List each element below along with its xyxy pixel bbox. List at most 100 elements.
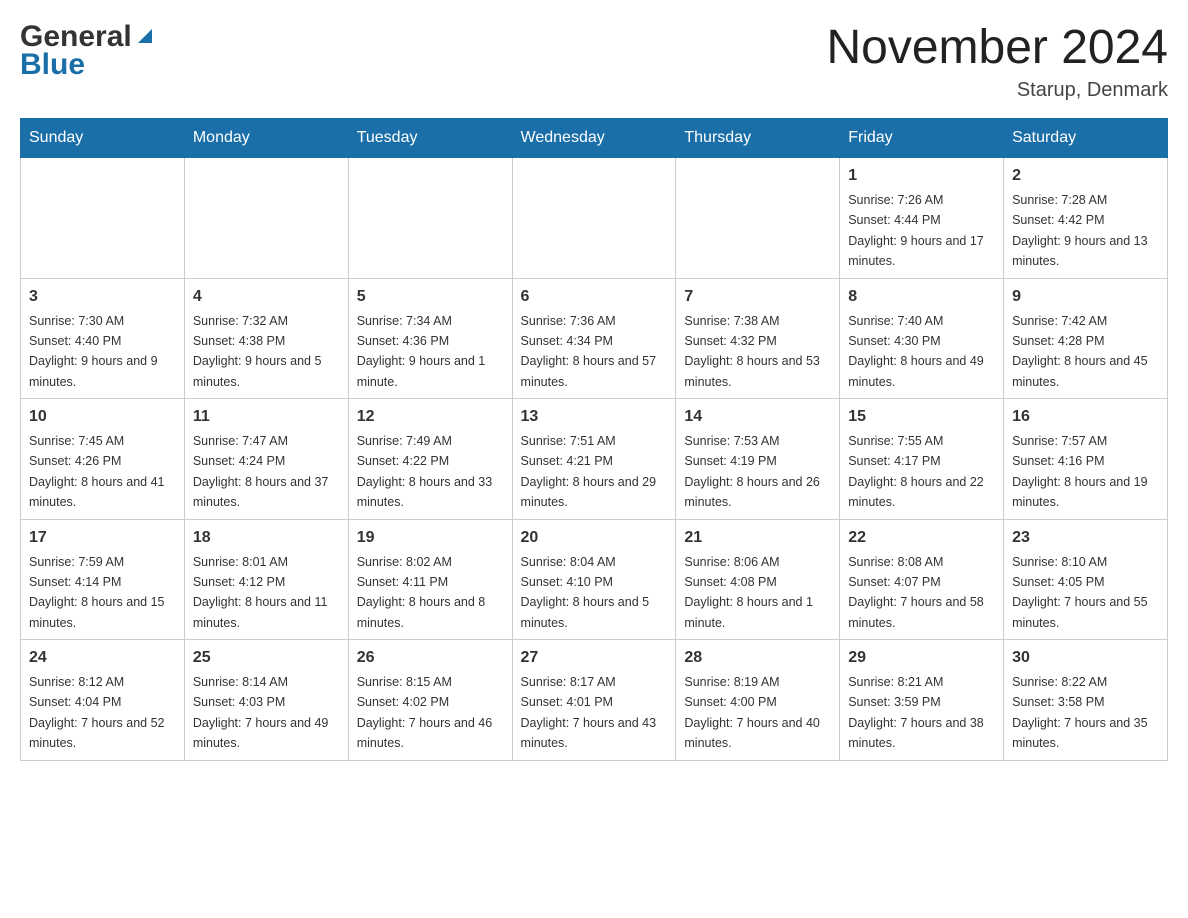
day-info: Sunrise: 8:01 AMSunset: 4:12 PMDaylight:… [193, 555, 328, 630]
day-number: 18 [193, 526, 340, 550]
day-header-sunday: Sunday [21, 119, 185, 158]
day-cell: 29 Sunrise: 8:21 AMSunset: 3:59 PMDayligh… [840, 640, 1004, 761]
day-number: 1 [848, 164, 995, 188]
day-info: Sunrise: 7:32 AMSunset: 4:38 PMDaylight:… [193, 314, 322, 389]
day-number: 22 [848, 526, 995, 550]
day-number: 19 [357, 526, 504, 550]
day-cell: 10 Sunrise: 7:45 AMSunset: 4:26 PMDayligh… [21, 399, 185, 520]
day-cell: 17 Sunrise: 7:59 AMSunset: 4:14 PMDayligh… [21, 519, 185, 640]
day-cell [184, 158, 348, 279]
day-info: Sunrise: 8:21 AMSunset: 3:59 PMDaylight:… [848, 675, 984, 750]
day-info: Sunrise: 7:30 AMSunset: 4:40 PMDaylight:… [29, 314, 158, 389]
day-info: Sunrise: 7:40 AMSunset: 4:30 PMDaylight:… [848, 314, 984, 389]
week-row-4: 17 Sunrise: 7:59 AMSunset: 4:14 PMDayligh… [21, 519, 1168, 640]
logo-triangle-icon [134, 25, 156, 47]
day-cell: 30 Sunrise: 8:22 AMSunset: 3:58 PMDayligh… [1004, 640, 1168, 761]
calendar-table: SundayMondayTuesdayWednesdayThursdayFrid… [20, 118, 1168, 761]
day-cell: 19 Sunrise: 8:02 AMSunset: 4:11 PMDayligh… [348, 519, 512, 640]
day-cell: 5Sunrise: 7:34 AMSunset: 4:36 PMDaylight… [348, 278, 512, 399]
day-number: 15 [848, 405, 995, 429]
day-info: Sunrise: 8:12 AMSunset: 4:04 PMDaylight:… [29, 675, 165, 750]
logo-blue: Blue [20, 48, 85, 82]
day-cell: 3 Sunrise: 7:30 AMSunset: 4:40 PMDaylight… [21, 278, 185, 399]
day-info: Sunrise: 7:55 AMSunset: 4:17 PMDaylight:… [848, 434, 984, 509]
day-info: Sunrise: 7:38 AMSunset: 4:32 PMDaylight:… [684, 314, 820, 389]
day-cell: 18 Sunrise: 8:01 AMSunset: 4:12 PMDayligh… [184, 519, 348, 640]
page-header: General Blue November 2024 Starup, Denma… [20, 20, 1168, 102]
day-cell [512, 158, 676, 279]
calendar-subtitle: Starup, Denmark [826, 79, 1168, 102]
day-info: Sunrise: 8:14 AMSunset: 4:03 PMDaylight:… [193, 675, 329, 750]
day-header-monday: Monday [184, 119, 348, 158]
day-number: 2 [1012, 164, 1159, 188]
day-info: Sunrise: 8:04 AMSunset: 4:10 PMDaylight:… [521, 555, 650, 630]
day-number: 9 [1012, 285, 1159, 309]
day-cell: 6 Sunrise: 7:36 AMSunset: 4:34 PMDaylight… [512, 278, 676, 399]
day-number: 17 [29, 526, 176, 550]
day-number: 16 [1012, 405, 1159, 429]
day-number: 7 [684, 285, 831, 309]
day-cell: 21 Sunrise: 8:06 AMSunset: 4:08 PMDayligh… [676, 519, 840, 640]
day-info: Sunrise: 7:53 AMSunset: 4:19 PMDaylight:… [684, 434, 820, 509]
day-header-tuesday: Tuesday [348, 119, 512, 158]
day-number: 23 [1012, 526, 1159, 550]
day-number: 13 [521, 405, 668, 429]
day-number: 4 [193, 285, 340, 309]
day-cell: 22Sunrise: 8:08 AMSunset: 4:07 PMDayligh… [840, 519, 1004, 640]
day-info: Sunrise: 7:28 AMSunset: 4:42 PMDaylight:… [1012, 193, 1148, 268]
day-info: Sunrise: 8:02 AMSunset: 4:11 PMDaylight:… [357, 555, 486, 630]
day-info: Sunrise: 8:10 AMSunset: 4:05 PMDaylight:… [1012, 555, 1148, 630]
day-cell: 15 Sunrise: 7:55 AMSunset: 4:17 PMDayligh… [840, 399, 1004, 520]
day-number: 3 [29, 285, 176, 309]
day-cell: 9 Sunrise: 7:42 AMSunset: 4:28 PMDaylight… [1004, 278, 1168, 399]
day-cell [21, 158, 185, 279]
day-info: Sunrise: 7:49 AMSunset: 4:22 PMDaylight:… [357, 434, 493, 509]
header-row: SundayMondayTuesdayWednesdayThursdayFrid… [21, 119, 1168, 158]
day-number: 11 [193, 405, 340, 429]
day-cell [676, 158, 840, 279]
day-number: 14 [684, 405, 831, 429]
day-number: 6 [521, 285, 668, 309]
day-number: 12 [357, 405, 504, 429]
logo: General Blue [20, 20, 156, 82]
day-number: 28 [684, 646, 831, 670]
week-row-2: 3 Sunrise: 7:30 AMSunset: 4:40 PMDaylight… [21, 278, 1168, 399]
day-number: 29 [848, 646, 995, 670]
day-number: 25 [193, 646, 340, 670]
day-info: Sunrise: 8:17 AMSunset: 4:01 PMDaylight:… [521, 675, 657, 750]
day-cell: 20Sunrise: 8:04 AMSunset: 4:10 PMDayligh… [512, 519, 676, 640]
day-number: 8 [848, 285, 995, 309]
day-cell: 8 Sunrise: 7:40 AMSunset: 4:30 PMDaylight… [840, 278, 1004, 399]
day-number: 21 [684, 526, 831, 550]
day-header-wednesday: Wednesday [512, 119, 676, 158]
week-row-1: 1 Sunrise: 7:26 AMSunset: 4:44 PMDaylight… [21, 158, 1168, 279]
day-info: Sunrise: 7:59 AMSunset: 4:14 PMDaylight:… [29, 555, 165, 630]
day-info: Sunrise: 8:06 AMSunset: 4:08 PMDaylight:… [684, 555, 813, 630]
day-number: 24 [29, 646, 176, 670]
day-info: Sunrise: 8:22 AMSunset: 3:58 PMDaylight:… [1012, 675, 1148, 750]
day-number: 10 [29, 405, 176, 429]
day-number: 30 [1012, 646, 1159, 670]
day-info: Sunrise: 7:51 AMSunset: 4:21 PMDaylight:… [521, 434, 657, 509]
day-cell: 28Sunrise: 8:19 AMSunset: 4:00 PMDayligh… [676, 640, 840, 761]
day-info: Sunrise: 7:42 AMSunset: 4:28 PMDaylight:… [1012, 314, 1148, 389]
day-cell: 25 Sunrise: 8:14 AMSunset: 4:03 PMDayligh… [184, 640, 348, 761]
day-header-saturday: Saturday [1004, 119, 1168, 158]
day-info: Sunrise: 7:36 AMSunset: 4:34 PMDaylight:… [521, 314, 657, 389]
day-info: Sunrise: 7:47 AMSunset: 4:24 PMDaylight:… [193, 434, 329, 509]
title-area: November 2024 Starup, Denmark [826, 20, 1168, 102]
day-number: 27 [521, 646, 668, 670]
day-cell: 4 Sunrise: 7:32 AMSunset: 4:38 PMDaylight… [184, 278, 348, 399]
day-info: Sunrise: 7:45 AMSunset: 4:26 PMDaylight:… [29, 434, 165, 509]
day-cell: 16 Sunrise: 7:57 AMSunset: 4:16 PMDayligh… [1004, 399, 1168, 520]
day-cell: 14 Sunrise: 7:53 AMSunset: 4:19 PMDayligh… [676, 399, 840, 520]
day-info: Sunrise: 7:57 AMSunset: 4:16 PMDaylight:… [1012, 434, 1148, 509]
day-number: 5 [357, 285, 504, 309]
day-cell: 12 Sunrise: 7:49 AMSunset: 4:22 PMDayligh… [348, 399, 512, 520]
day-cell [348, 158, 512, 279]
day-info: Sunrise: 7:26 AMSunset: 4:44 PMDaylight:… [848, 193, 984, 268]
day-cell: 26Sunrise: 8:15 AMSunset: 4:02 PMDayligh… [348, 640, 512, 761]
week-row-3: 10 Sunrise: 7:45 AMSunset: 4:26 PMDayligh… [21, 399, 1168, 520]
day-cell: 24 Sunrise: 8:12 AMSunset: 4:04 PMDayligh… [21, 640, 185, 761]
day-info: Sunrise: 8:15 AMSunset: 4:02 PMDaylight:… [357, 675, 493, 750]
